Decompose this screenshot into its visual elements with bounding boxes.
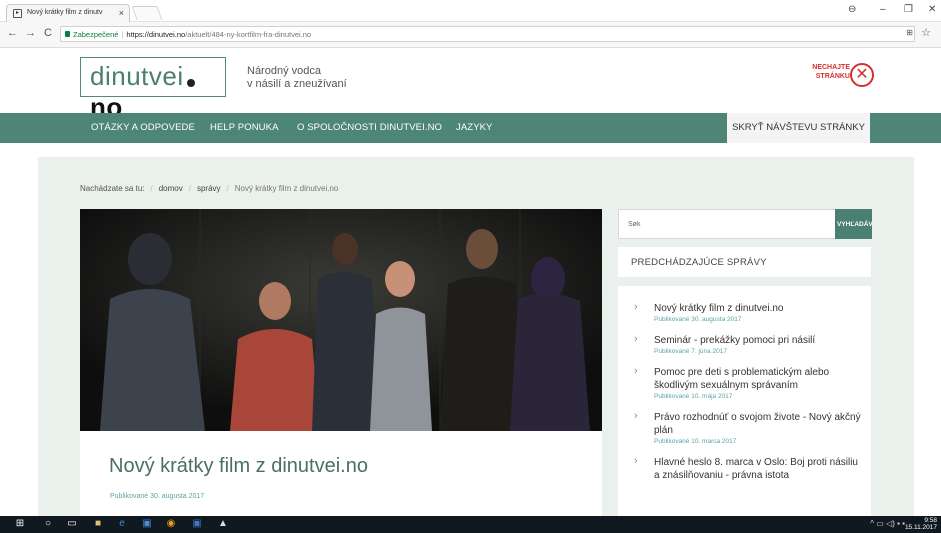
outlook-icon[interactable]: ▣	[140, 518, 154, 530]
nav-item-languages[interactable]: JAZYKY	[456, 122, 493, 133]
chevron-right-icon: ›	[634, 301, 638, 313]
news-item[interactable]: › Hlavné heslo 8. marca v Oslo: Boj prot…	[618, 455, 871, 482]
word-icon[interactable]: ▣	[190, 518, 204, 530]
search-button[interactable]: VYHĽADÁVANIE	[835, 209, 872, 239]
site-header: dinutveino Národný vodca v násilí a zneu…	[0, 48, 941, 122]
tagline-line-1: Národný vodca	[247, 65, 321, 77]
windows-start-icon[interactable]: ⊞	[14, 518, 26, 530]
nav-item-help[interactable]: HELP PONUKA	[210, 122, 279, 133]
logo-main-text: dinutvei	[90, 61, 184, 91]
edge-browser-icon[interactable]: e	[116, 518, 128, 530]
chevron-right-icon: ›	[634, 333, 638, 345]
logo-dot-icon	[186, 79, 195, 87]
nav-item-faq[interactable]: OTÁZKY A ODPOVEDE	[91, 122, 195, 133]
tagline-line-2: v násilí a zneužívaní	[247, 78, 347, 90]
breadcrumb-separator: /	[188, 184, 191, 193]
taskbar-date: 15.11.2017	[904, 524, 937, 531]
breadcrumb-label: Nachádzate sa tu:	[80, 184, 145, 193]
url-host: https://dinutvei.no	[126, 30, 186, 39]
breadcrumb-home[interactable]: domov	[159, 184, 183, 193]
tab-title: Nový krátky film z dinutv	[27, 9, 103, 16]
news-date: Publikované 7. júna 2017	[654, 348, 728, 355]
news-title[interactable]: Seminár - prekážky pomoci pri násilí	[654, 334, 861, 347]
news-item[interactable]: › Právo rozhodnúť o svojom živote - Nový…	[618, 410, 871, 445]
task-view-icon[interactable]: ▭	[66, 518, 78, 530]
close-circle-icon: ✕	[850, 63, 874, 87]
new-tab-button[interactable]	[131, 6, 163, 20]
previous-news-list: › Nový krátky film z dinutvei.no Publiko…	[618, 286, 871, 533]
main-nav: OTÁZKY A ODPOVEDE HELP PONUKA O SPOLOČNO…	[0, 113, 941, 143]
news-title[interactable]: Právo rozhodnúť o svojom živote - Nový a…	[654, 411, 861, 437]
file-explorer-icon[interactable]: ■	[92, 518, 104, 530]
news-date: Publikované 10. mája 2017	[654, 393, 733, 400]
hero-photo	[80, 209, 602, 431]
back-icon[interactable]: ←	[7, 27, 18, 39]
news-item[interactable]: › Nový krátky film z dinutvei.no Publiko…	[618, 301, 871, 323]
leave-page-label-line-1: NECHAJTE	[812, 64, 850, 71]
site-tagline: Národný vodca v násilí a zneužívaní	[247, 65, 347, 91]
breadcrumb: Nachádzate sa tu: / domov / správy / Nový krát…	[80, 184, 338, 193]
breadcrumb-separator: /	[226, 184, 229, 193]
leave-page-label-line-2: STRÁNKU	[815, 73, 850, 80]
system-tray[interactable]: ^ ▭ ◁) ▪ ▪	[870, 519, 905, 528]
chrome-icon[interactable]: ◉	[164, 518, 178, 530]
breadcrumb-separator: /	[150, 184, 153, 193]
close-tab-icon[interactable]: ×	[119, 8, 124, 18]
url-path: /aktuelt/484-ny-kortfilm-fra-dinutvei.no	[185, 30, 312, 39]
address-bar-row: ← → C Zabezpečené | https://dinutvei.no/ak…	[0, 22, 941, 48]
hide-visit-button[interactable]: SKRYŤ NÁVŠTEVU STRÁNKY	[727, 113, 870, 143]
taskbar-time: 9:58	[924, 517, 937, 524]
article-title[interactable]: Nový krátky film z dinutvei.no	[109, 455, 368, 478]
news-title[interactable]: Pomoc pre deti s problematickým alebo šk…	[654, 366, 861, 392]
restore-icon[interactable]: ❐	[904, 4, 913, 15]
forward-icon[interactable]: →	[25, 27, 36, 39]
search-icon[interactable]: ○	[42, 518, 54, 530]
article-date: Publikované 30. augusta 2017	[110, 493, 205, 500]
content-area: Nachádzate sa tu: / domov / správy / Nový krát…	[38, 157, 914, 533]
news-date: Publikované 30. augusta 2017	[654, 316, 742, 323]
browser-tab[interactable]: ▸ Nový krátky film z dinutv ×	[6, 4, 130, 22]
profile-icon[interactable]: ⊖	[848, 4, 856, 15]
breadcrumb-section[interactable]: správy	[197, 184, 221, 193]
page-favicon-icon: ▸	[13, 9, 22, 18]
minimize-icon[interactable]: –	[880, 4, 886, 15]
news-title[interactable]: Hlavné heslo 8. marca v Oslo: Boj proti …	[654, 456, 861, 482]
news-title[interactable]: Nový krátky film z dinutvei.no	[654, 302, 861, 315]
browser-tab-bar: ▸ Nový krátky film z dinutv × ⊖ – ❐ ✕	[0, 0, 941, 22]
article-hero-image	[80, 209, 602, 431]
url-field[interactable]: Zabezpečené | https://dinutvei.no/aktuelt/…	[60, 26, 915, 42]
news-item[interactable]: › Pomoc pre deti s problematickým alebo …	[618, 365, 871, 400]
previous-news-header: PREDCHÁDZAJÚCE SPRÁVY	[618, 247, 871, 277]
leave-page-label: NECHAJTE STRÁNKU	[804, 63, 850, 81]
news-item[interactable]: › Seminár - prekážky pomoci pri násilí P…	[618, 333, 871, 355]
photos-icon[interactable]: ▲	[216, 518, 230, 530]
taskbar-clock[interactable]: 9:58 15.11.2017	[905, 517, 937, 531]
nav-item-about[interactable]: O SPOLOČNOSTI DINUTVEI.NO	[297, 122, 442, 133]
site-logo[interactable]: dinutveino	[80, 57, 226, 122]
chevron-right-icon: ›	[634, 455, 638, 467]
taskbar: ⊞ ○ ▭ ■ e ▣ ◉ ▣ ▲ ^ ▭ ◁) ▪ ▪ 9:58 15.11.…	[0, 516, 941, 533]
leave-page-button[interactable]: NECHAJTE STRÁNKU ✕	[804, 63, 876, 93]
news-date: Publikované 10. marca 2017	[654, 438, 737, 445]
secure-label: Zabezpečené	[73, 30, 119, 39]
chevron-right-icon: ›	[634, 365, 638, 377]
close-window-icon[interactable]: ✕	[928, 4, 936, 15]
search-input[interactable]	[618, 209, 836, 239]
lock-icon	[65, 31, 70, 37]
reload-icon[interactable]: C	[44, 27, 52, 39]
chevron-right-icon: ›	[634, 410, 638, 422]
bookmark-star-icon[interactable]: ☆	[921, 26, 931, 39]
translate-icon[interactable]: ⊞	[906, 28, 913, 37]
breadcrumb-current: Nový krátky film z dinutvei.no	[234, 184, 339, 193]
url-separator: |	[121, 30, 124, 39]
